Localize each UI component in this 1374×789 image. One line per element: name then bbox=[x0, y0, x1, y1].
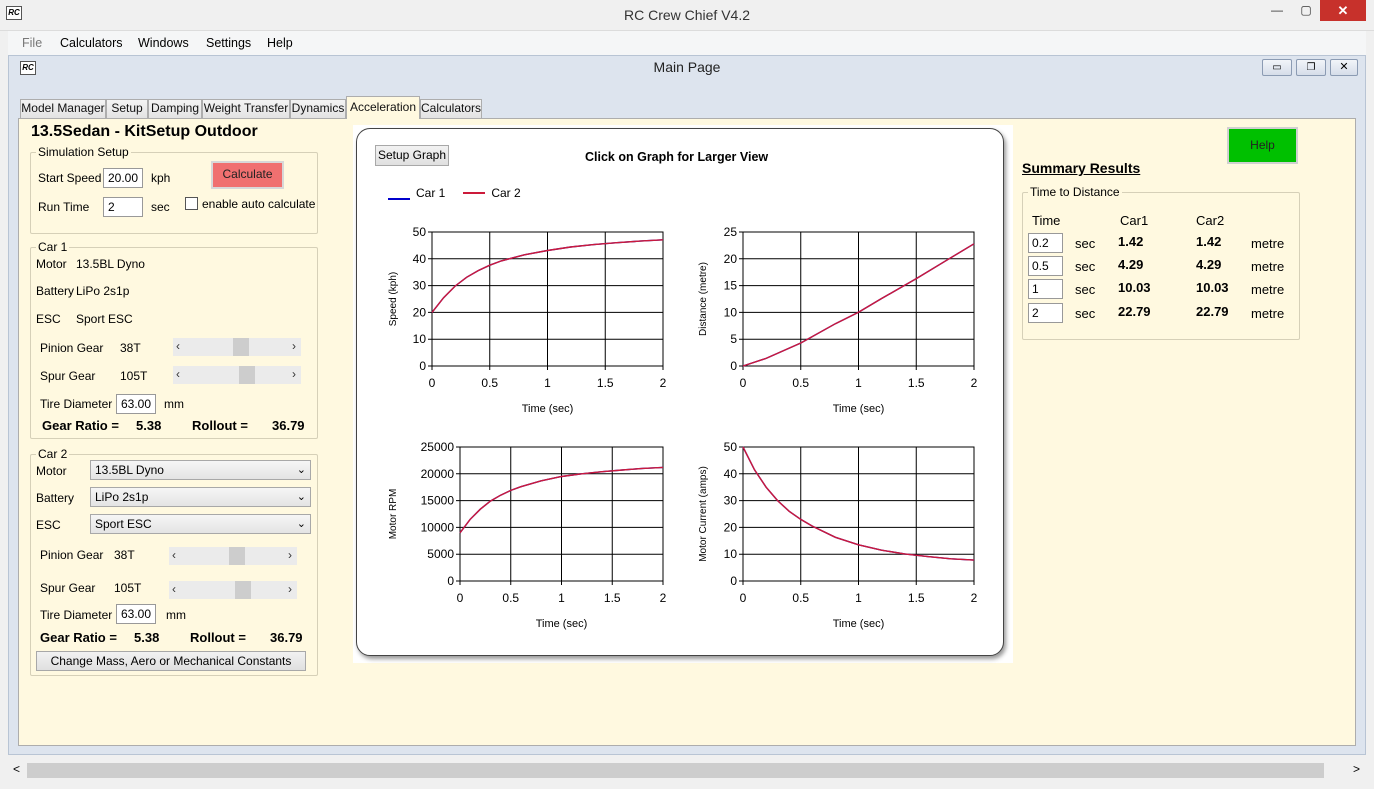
y-tick-label: 25000 bbox=[421, 440, 455, 454]
x-tick-label: 1 bbox=[544, 376, 551, 390]
summary-time-input[interactable]: 0.5 bbox=[1028, 256, 1063, 276]
y-tick-label: 20 bbox=[724, 520, 738, 534]
x-tick-label: 2 bbox=[971, 376, 978, 390]
y-tick-label: 30 bbox=[724, 494, 738, 508]
x-tick-label: 1.5 bbox=[604, 591, 621, 605]
y-tick-label: 40 bbox=[413, 252, 427, 266]
summary-time-unit: sec bbox=[1075, 282, 1096, 297]
x-tick-label: 0.5 bbox=[792, 376, 809, 390]
x-tick-label: 0.5 bbox=[481, 376, 498, 390]
y-tick-label: 0 bbox=[730, 359, 737, 373]
summary-car1-value: 1.42 bbox=[1118, 234, 1144, 249]
summary-distance-unit: metre bbox=[1251, 282, 1285, 297]
y-tick-label: 30 bbox=[413, 279, 427, 293]
y-tick-label: 20000 bbox=[421, 467, 455, 481]
y-tick-label: 5 bbox=[730, 332, 737, 346]
scrollbar-thumb[interactable] bbox=[27, 763, 1324, 778]
summary-distance-unit: metre bbox=[1251, 259, 1285, 274]
x-tick-label: 0 bbox=[457, 591, 464, 605]
y-axis-label: Motor Current (amps) bbox=[698, 466, 709, 562]
x-axis-label: Time (sec) bbox=[833, 403, 885, 415]
x-tick-label: 0.5 bbox=[792, 591, 809, 605]
summary-car2-value: 10.03 bbox=[1196, 280, 1229, 295]
x-tick-label: 1.5 bbox=[908, 591, 925, 605]
summary-header-time: Time bbox=[1032, 213, 1061, 228]
y-tick-label: 20 bbox=[724, 252, 738, 266]
summary-header-car1: Car1 bbox=[1120, 213, 1149, 228]
y-tick-label: 15000 bbox=[421, 494, 455, 508]
x-tick-label: 2 bbox=[660, 591, 667, 605]
x-axis-label: Time (sec) bbox=[536, 618, 588, 630]
y-tick-label: 0 bbox=[730, 574, 737, 588]
summary-time-unit: sec bbox=[1075, 236, 1096, 251]
y-tick-label: 20 bbox=[413, 305, 427, 319]
x-tick-label: 1 bbox=[558, 591, 565, 605]
y-tick-label: 40 bbox=[724, 467, 738, 481]
summary-title: Summary Results bbox=[1022, 160, 1141, 176]
summary-car2-value: 4.29 bbox=[1196, 257, 1222, 272]
summary-distance-unit: metre bbox=[1251, 236, 1285, 251]
y-tick-label: 50 bbox=[413, 225, 427, 239]
scroll-right-icon[interactable]: > bbox=[1353, 762, 1360, 776]
y-tick-label: 10 bbox=[724, 547, 738, 561]
tab-acceleration[interactable]: Acceleration bbox=[346, 96, 420, 119]
y-axis-label: Distance (metre) bbox=[698, 262, 709, 336]
summary-header-car2: Car2 bbox=[1196, 213, 1225, 228]
x-tick-label: 1 bbox=[855, 376, 862, 390]
x-tick-label: 2 bbox=[660, 376, 667, 390]
summary-time-unit: sec bbox=[1075, 306, 1096, 321]
y-tick-label: 15 bbox=[724, 279, 738, 293]
summary-car2-value: 22.79 bbox=[1196, 304, 1229, 319]
x-tick-label: 0 bbox=[429, 376, 436, 390]
x-tick-label: 0 bbox=[740, 591, 747, 605]
help-button[interactable]: Help bbox=[1227, 127, 1298, 164]
summary-distance-unit: metre bbox=[1251, 306, 1285, 321]
x-tick-label: 1.5 bbox=[908, 376, 925, 390]
y-tick-label: 0 bbox=[447, 574, 454, 588]
acceleration-charts[interactable]: 0 0.5 1 1.5 201020304050Time (sec)Speed (kph… bbox=[0, 0, 1374, 789]
y-tick-label: 10 bbox=[413, 332, 427, 346]
x-tick-label: 1.5 bbox=[597, 376, 614, 390]
y-axis-label: Motor RPM bbox=[388, 489, 399, 540]
y-tick-label: 10 bbox=[724, 305, 738, 319]
x-tick-label: 1 bbox=[855, 591, 862, 605]
y-axis-label: Speed (kph) bbox=[388, 272, 399, 326]
summary-time-input[interactable]: 2 bbox=[1028, 303, 1063, 323]
summary-time-input[interactable]: 1 bbox=[1028, 279, 1063, 299]
y-tick-label: 50 bbox=[724, 440, 738, 454]
x-tick-label: 0.5 bbox=[502, 591, 519, 605]
x-tick-label: 2 bbox=[971, 591, 978, 605]
summary-car1-value: 4.29 bbox=[1118, 257, 1144, 272]
summary-time-input[interactable]: 0.2 bbox=[1028, 233, 1063, 253]
y-tick-label: 5000 bbox=[427, 547, 454, 561]
summary-time-unit: sec bbox=[1075, 259, 1096, 274]
x-axis-label: Time (sec) bbox=[833, 618, 885, 630]
scroll-left-icon[interactable]: < bbox=[13, 762, 20, 776]
summary-car1-value: 22.79 bbox=[1118, 304, 1151, 319]
y-tick-label: 10000 bbox=[421, 520, 455, 534]
summary-car1-value: 10.03 bbox=[1118, 280, 1151, 295]
x-axis-label: Time (sec) bbox=[522, 403, 574, 415]
x-tick-label: 0 bbox=[740, 376, 747, 390]
y-tick-label: 25 bbox=[724, 225, 738, 239]
time-to-distance-label: Time to Distance bbox=[1028, 185, 1122, 199]
y-tick-label: 0 bbox=[419, 359, 426, 373]
summary-car2-value: 1.42 bbox=[1196, 234, 1222, 249]
